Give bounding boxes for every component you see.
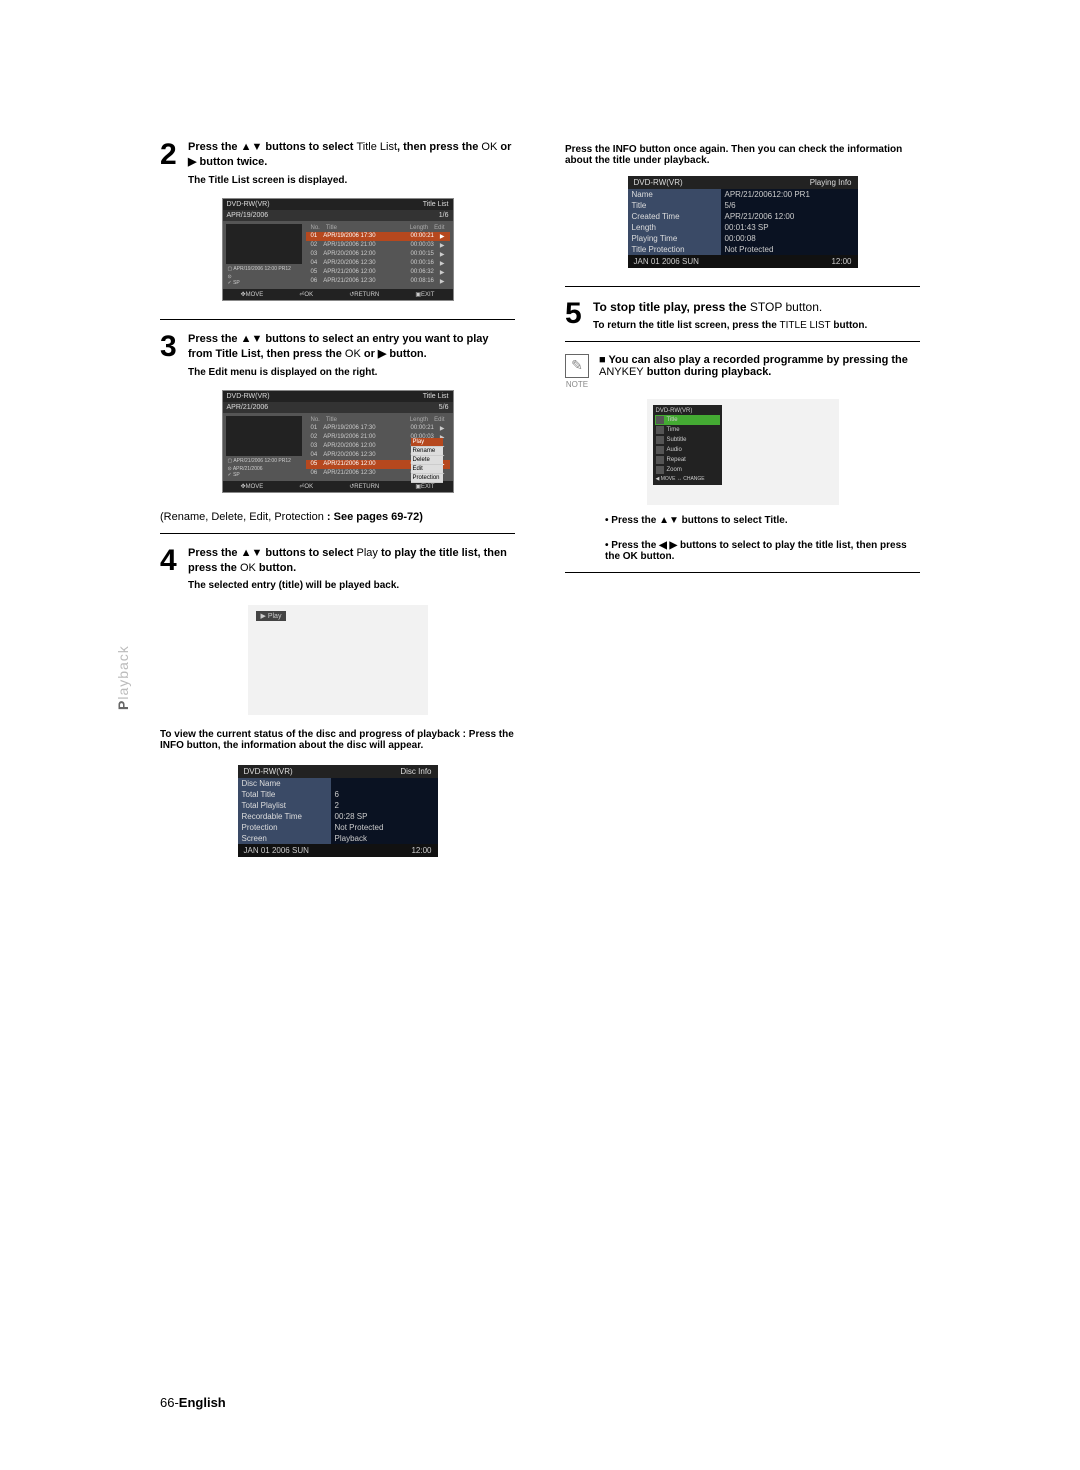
anykey-item[interactable]: Subtitle bbox=[655, 435, 720, 445]
note-block: ✎ NOTE ■ You can also play a recorded pr… bbox=[565, 354, 920, 389]
anykey-item[interactable]: Zoom bbox=[655, 465, 720, 475]
step-4-text: Press the ▲▼ buttons to select Play to p… bbox=[188, 546, 515, 577]
step-3: 3 Press the ▲▼ buttons to select an entr… bbox=[160, 332, 515, 378]
page-footer: 66-English bbox=[160, 1395, 226, 1410]
info-row: Title ProtectionNot Protected bbox=[628, 244, 858, 255]
anykey-item[interactable]: Title bbox=[655, 415, 720, 425]
step-number: 5 bbox=[565, 299, 587, 331]
play-screen: ▶ Play bbox=[248, 605, 428, 715]
tv-footer: ✥MOVE ⏎OK ↺RETURN ▣EXIT bbox=[223, 289, 453, 300]
popup-item[interactable]: Delete bbox=[411, 456, 443, 465]
info-row: Created TimeAPR/21/2006 12:00 bbox=[628, 211, 858, 222]
popup-item[interactable]: Edit bbox=[411, 465, 443, 474]
popup-item[interactable]: Protection bbox=[411, 474, 443, 483]
title-list-row[interactable]: 01APR/19/2006 17:3000:00:21▶ bbox=[306, 232, 450, 241]
info-row: Total Title6 bbox=[238, 789, 438, 800]
side-tab: Playback bbox=[115, 645, 131, 710]
info-row: Recordable Time00:28 SP bbox=[238, 811, 438, 822]
info-row: Title5/6 bbox=[628, 200, 858, 211]
popup-item[interactable]: Play bbox=[411, 438, 443, 447]
title-list-screen-1: DVD-RW(VR)Title List APR/19/20061/6 ▢ AP… bbox=[222, 198, 454, 301]
playing-info-screen: DVD-RW(VR)Playing Info NameAPR/21/200612… bbox=[628, 176, 858, 268]
title-list-row[interactable]: 06APR/21/2006 12:3000:08:16▶ bbox=[306, 277, 450, 286]
step-number: 2 bbox=[160, 140, 182, 186]
step-5-sub: To return the title list screen, press t… bbox=[593, 320, 920, 331]
popup-item[interactable]: Rename bbox=[411, 447, 443, 456]
title-list-row[interactable]: 05APR/21/2006 12:0000:06:32▶ bbox=[306, 268, 450, 277]
play-indicator: ▶ Play bbox=[256, 611, 287, 621]
title-list-row[interactable]: 04APR/20/2006 12:3000:00:16▶ bbox=[306, 259, 450, 268]
step-4: 4 Press the ▲▼ buttons to select Play to… bbox=[160, 546, 515, 592]
disc-info-screen: DVD-RW(VR)Disc Info Disc NameTotal Title… bbox=[238, 765, 438, 857]
step-3-text: Press the ▲▼ buttons to select an entry … bbox=[188, 332, 515, 363]
view-status-text: To view the current status of the disc a… bbox=[160, 729, 515, 751]
note-icon: ✎ bbox=[565, 354, 589, 378]
title-list-row[interactable]: 01APR/19/2006 17:3000:00:21▶ bbox=[306, 424, 450, 433]
step-2-text: Press the ▲▼ buttons to select Title Lis… bbox=[188, 140, 515, 171]
anykey-item[interactable]: Repeat bbox=[655, 455, 720, 465]
anykey-screen: DVD-RW(VR) TitleTimeSubtitleAudioRepeatZ… bbox=[647, 399, 839, 505]
info-row: Disc Name bbox=[238, 778, 438, 789]
step-2-sub: The Title List screen is displayed. bbox=[188, 175, 515, 186]
info-row: NameAPR/21/200612:00 PR1 bbox=[628, 189, 858, 200]
title-list-row[interactable]: 02APR/19/2006 21:0000:00:03▶ bbox=[306, 241, 450, 250]
step-number: 3 bbox=[160, 332, 182, 378]
step-3-sub: The Edit menu is displayed on the right. bbox=[188, 367, 515, 378]
title-list-row[interactable]: 03APR/20/2006 12:0000:00:15▶ bbox=[306, 250, 450, 259]
note-text: ■ You can also play a recorded programme… bbox=[599, 354, 920, 378]
anykey-item[interactable]: Audio bbox=[655, 445, 720, 455]
step-4-sub: The selected entry (title) will be playe… bbox=[188, 580, 515, 591]
note-sub-2: • Press the ◀ ▶ buttons to select to pla… bbox=[605, 540, 920, 562]
info-again-text: Press the INFO button once again. Then y… bbox=[565, 144, 920, 166]
step-5-text: To stop title play, press the STOP butto… bbox=[593, 299, 920, 316]
info-row: Playing Time00:00:08 bbox=[628, 233, 858, 244]
info-row: Total Playlist2 bbox=[238, 800, 438, 811]
step-2: 2 Press the ▲▼ buttons to select Title L… bbox=[160, 140, 515, 186]
step-number: 4 bbox=[160, 546, 182, 592]
edit-options-note: (Rename, Delete, Edit, Protection : See … bbox=[160, 511, 515, 523]
note-sub-1: • Press the ▲▼ buttons to select Title. bbox=[605, 515, 920, 526]
step-5: 5 To stop title play, press the STOP but… bbox=[565, 299, 920, 331]
info-row: ProtectionNot Protected bbox=[238, 822, 438, 833]
info-row: ScreenPlayback bbox=[238, 833, 438, 844]
anykey-item[interactable]: Time bbox=[655, 425, 720, 435]
edit-popup-menu[interactable]: PlayRenameDeleteEditProtection bbox=[411, 438, 443, 483]
info-row: Length00:01:43 SP bbox=[628, 222, 858, 233]
left-column: 2 Press the ▲▼ buttons to select Title L… bbox=[160, 140, 515, 857]
right-column: Press the INFO button once again. Then y… bbox=[565, 140, 920, 857]
title-list-screen-2: DVD-RW(VR)Title List APR/21/20065/6 ▢ AP… bbox=[222, 390, 454, 493]
